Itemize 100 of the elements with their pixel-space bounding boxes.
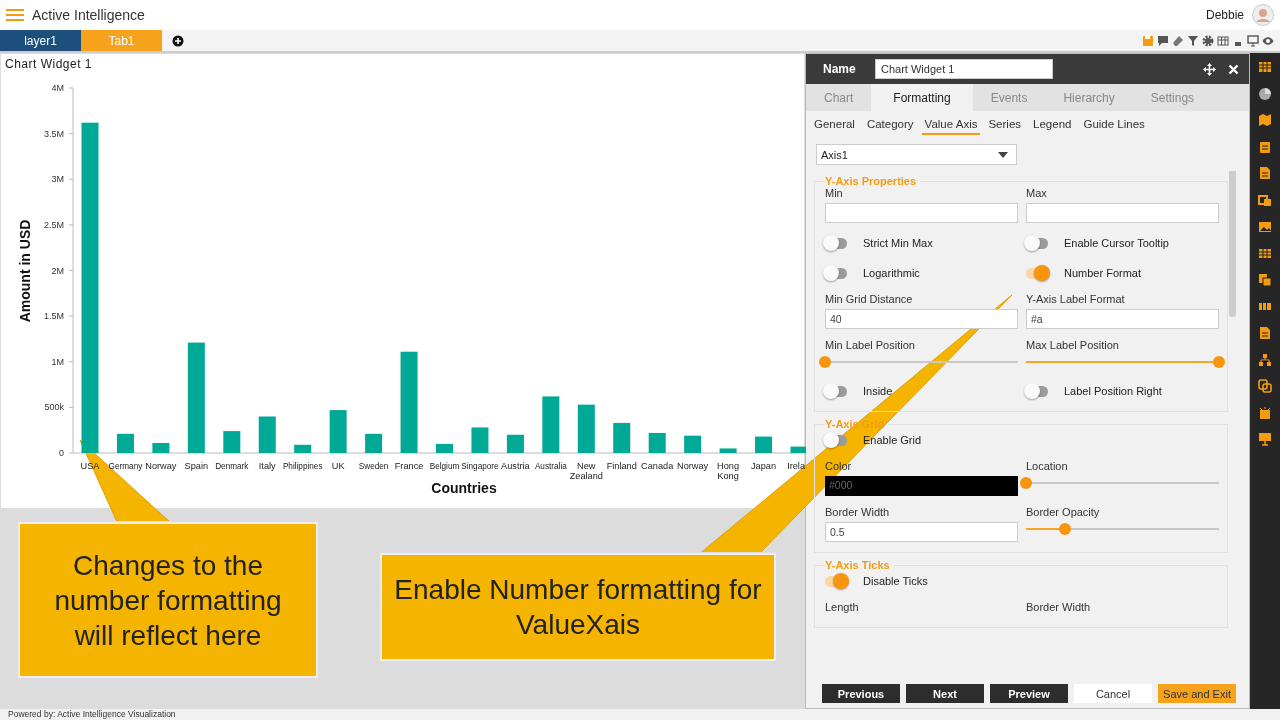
monitor-icon[interactable]: [1246, 34, 1259, 47]
action-button[interactable]: Previous: [822, 684, 900, 703]
bar: [613, 422, 631, 453]
axis-label: Hong Kong: [717, 461, 740, 481]
close-icon[interactable]: [1228, 63, 1239, 75]
action-button[interactable]: Next: [906, 684, 984, 703]
field-label: Min Grid Distance: [825, 293, 914, 305]
axis-label: Singapore: [461, 462, 499, 471]
toggle-switch[interactable]: [1026, 267, 1048, 279]
axis-label: UK: [331, 461, 345, 471]
field-label: Length: [825, 601, 860, 613]
hierarchy-icon[interactable]: [1258, 352, 1272, 367]
toggle-label: Enable Cursor Tooltip: [1064, 237, 1169, 249]
input-field[interactable]: [825, 203, 1018, 223]
app-title: Active Intelligence: [32, 7, 145, 23]
axis-label: Norway: [145, 461, 177, 471]
axis-label: France: [394, 461, 424, 471]
pie-chart-icon[interactable]: [1258, 86, 1272, 101]
toggle-switch[interactable]: [1026, 237, 1048, 249]
field-label: Location: [1026, 460, 1069, 472]
axis-label: Japan: [751, 461, 777, 471]
bar: [152, 442, 170, 453]
resize-icon[interactable]: [1258, 192, 1272, 207]
bar: [258, 416, 276, 453]
copy-icon[interactable]: [1258, 379, 1272, 394]
field-label: Border Width: [825, 506, 891, 518]
bar: [329, 410, 347, 453]
action-button[interactable]: Preview: [990, 684, 1068, 703]
input-field[interactable]: #a: [1026, 309, 1219, 329]
document-icon[interactable]: [1258, 166, 1272, 181]
toggle-switch[interactable]: [825, 237, 847, 249]
bar: [365, 433, 383, 453]
input-field[interactable]: 40: [825, 309, 1018, 329]
axis-label: Denmark: [215, 462, 249, 471]
action-button[interactable]: Cancel: [1074, 684, 1152, 703]
name-field[interactable]: Chart Widget 1: [875, 59, 1053, 79]
sub-tab[interactable]: Category: [862, 116, 918, 135]
add-tab-icon[interactable]: [172, 34, 184, 47]
section-title: Y-Axis Properties: [825, 175, 918, 187]
field-label: Border Opacity: [1026, 506, 1101, 518]
bar: [719, 448, 737, 453]
axis-label: Irela: [787, 461, 805, 471]
axis-label: Finland: [606, 461, 637, 471]
toggle-label: Label Position Right: [1064, 385, 1162, 397]
image-icon[interactable]: [1258, 219, 1272, 234]
footer-text: Powered by: Active Intelligence Visualization: [0, 709, 1280, 720]
bar: [577, 404, 595, 453]
axis-label: Philippines: [282, 462, 323, 471]
tick-label: 1M: [51, 356, 64, 367]
tick-label: 3M: [51, 174, 64, 185]
axis-label: Canada: [641, 461, 674, 471]
axis-label: Belgium: [429, 462, 460, 471]
toggle-switch[interactable]: [825, 385, 847, 397]
sub-tab[interactable]: Legend: [1029, 116, 1076, 135]
axis-label: Sweden: [358, 462, 389, 471]
settings-icon[interactable]: [1201, 34, 1214, 47]
toggle-label: Inside: [863, 385, 893, 397]
tick-label: 1.5M: [44, 311, 64, 322]
sub-tab[interactable]: Series: [984, 116, 1026, 135]
scrollbar[interactable]: [1229, 171, 1236, 317]
axis-label: New Zealand: [569, 461, 603, 481]
table-icon[interactable]: [1258, 60, 1272, 74]
presentation-icon[interactable]: [1258, 432, 1272, 447]
move-icon[interactable]: [1203, 62, 1216, 76]
axis-dropdown[interactable]: Axis1: [816, 144, 1017, 165]
action-button[interactable]: Save and Exit: [1158, 684, 1236, 703]
user-name[interactable]: Debbie: [1205, 8, 1244, 22]
field-label: Max Label Position: [1026, 339, 1120, 351]
copy-icon[interactable]: [1258, 272, 1272, 287]
map-icon[interactable]: [1258, 113, 1272, 128]
axis-label: Australia: [534, 462, 567, 471]
panel-tab[interactable]: Formatting: [871, 84, 973, 111]
toggle-label: Disable Ticks: [863, 575, 928, 587]
layer-tab[interactable]: layer1: [0, 30, 81, 51]
toggle-switch[interactable]: [1026, 385, 1048, 397]
caret-icon: [998, 151, 1008, 158]
sub-tab[interactable]: General: [810, 116, 859, 135]
filter-icon[interactable]: [1186, 34, 1199, 47]
sub-tab[interactable]: Value Axis: [921, 116, 981, 135]
input-field[interactable]: [1026, 203, 1219, 223]
eraser-icon[interactable]: [1171, 34, 1184, 47]
bar: [790, 446, 806, 453]
input-field[interactable]: 0.5: [825, 522, 1018, 542]
bar: [684, 435, 702, 453]
eye-icon[interactable]: [1261, 34, 1274, 47]
tick-label: 4M: [51, 83, 64, 93]
tick-label: 500k: [44, 402, 64, 413]
toggle-switch[interactable]: [825, 267, 847, 279]
color-field[interactable]: #000: [825, 476, 1018, 496]
axis-label: Italy: [258, 461, 276, 471]
bar: [755, 436, 773, 453]
table-icon[interactable]: [1216, 34, 1229, 47]
table-icon[interactable]: [1258, 246, 1272, 261]
comment-icon[interactable]: [1156, 34, 1169, 47]
alarm-icon[interactable]: [1258, 405, 1272, 420]
sub-tab[interactable]: Guide Lines: [1079, 116, 1149, 135]
bar: [294, 444, 312, 453]
toggle-switch[interactable]: [825, 575, 847, 587]
clipboard-icon[interactable]: [1258, 139, 1272, 154]
document-icon[interactable]: [1258, 325, 1272, 340]
